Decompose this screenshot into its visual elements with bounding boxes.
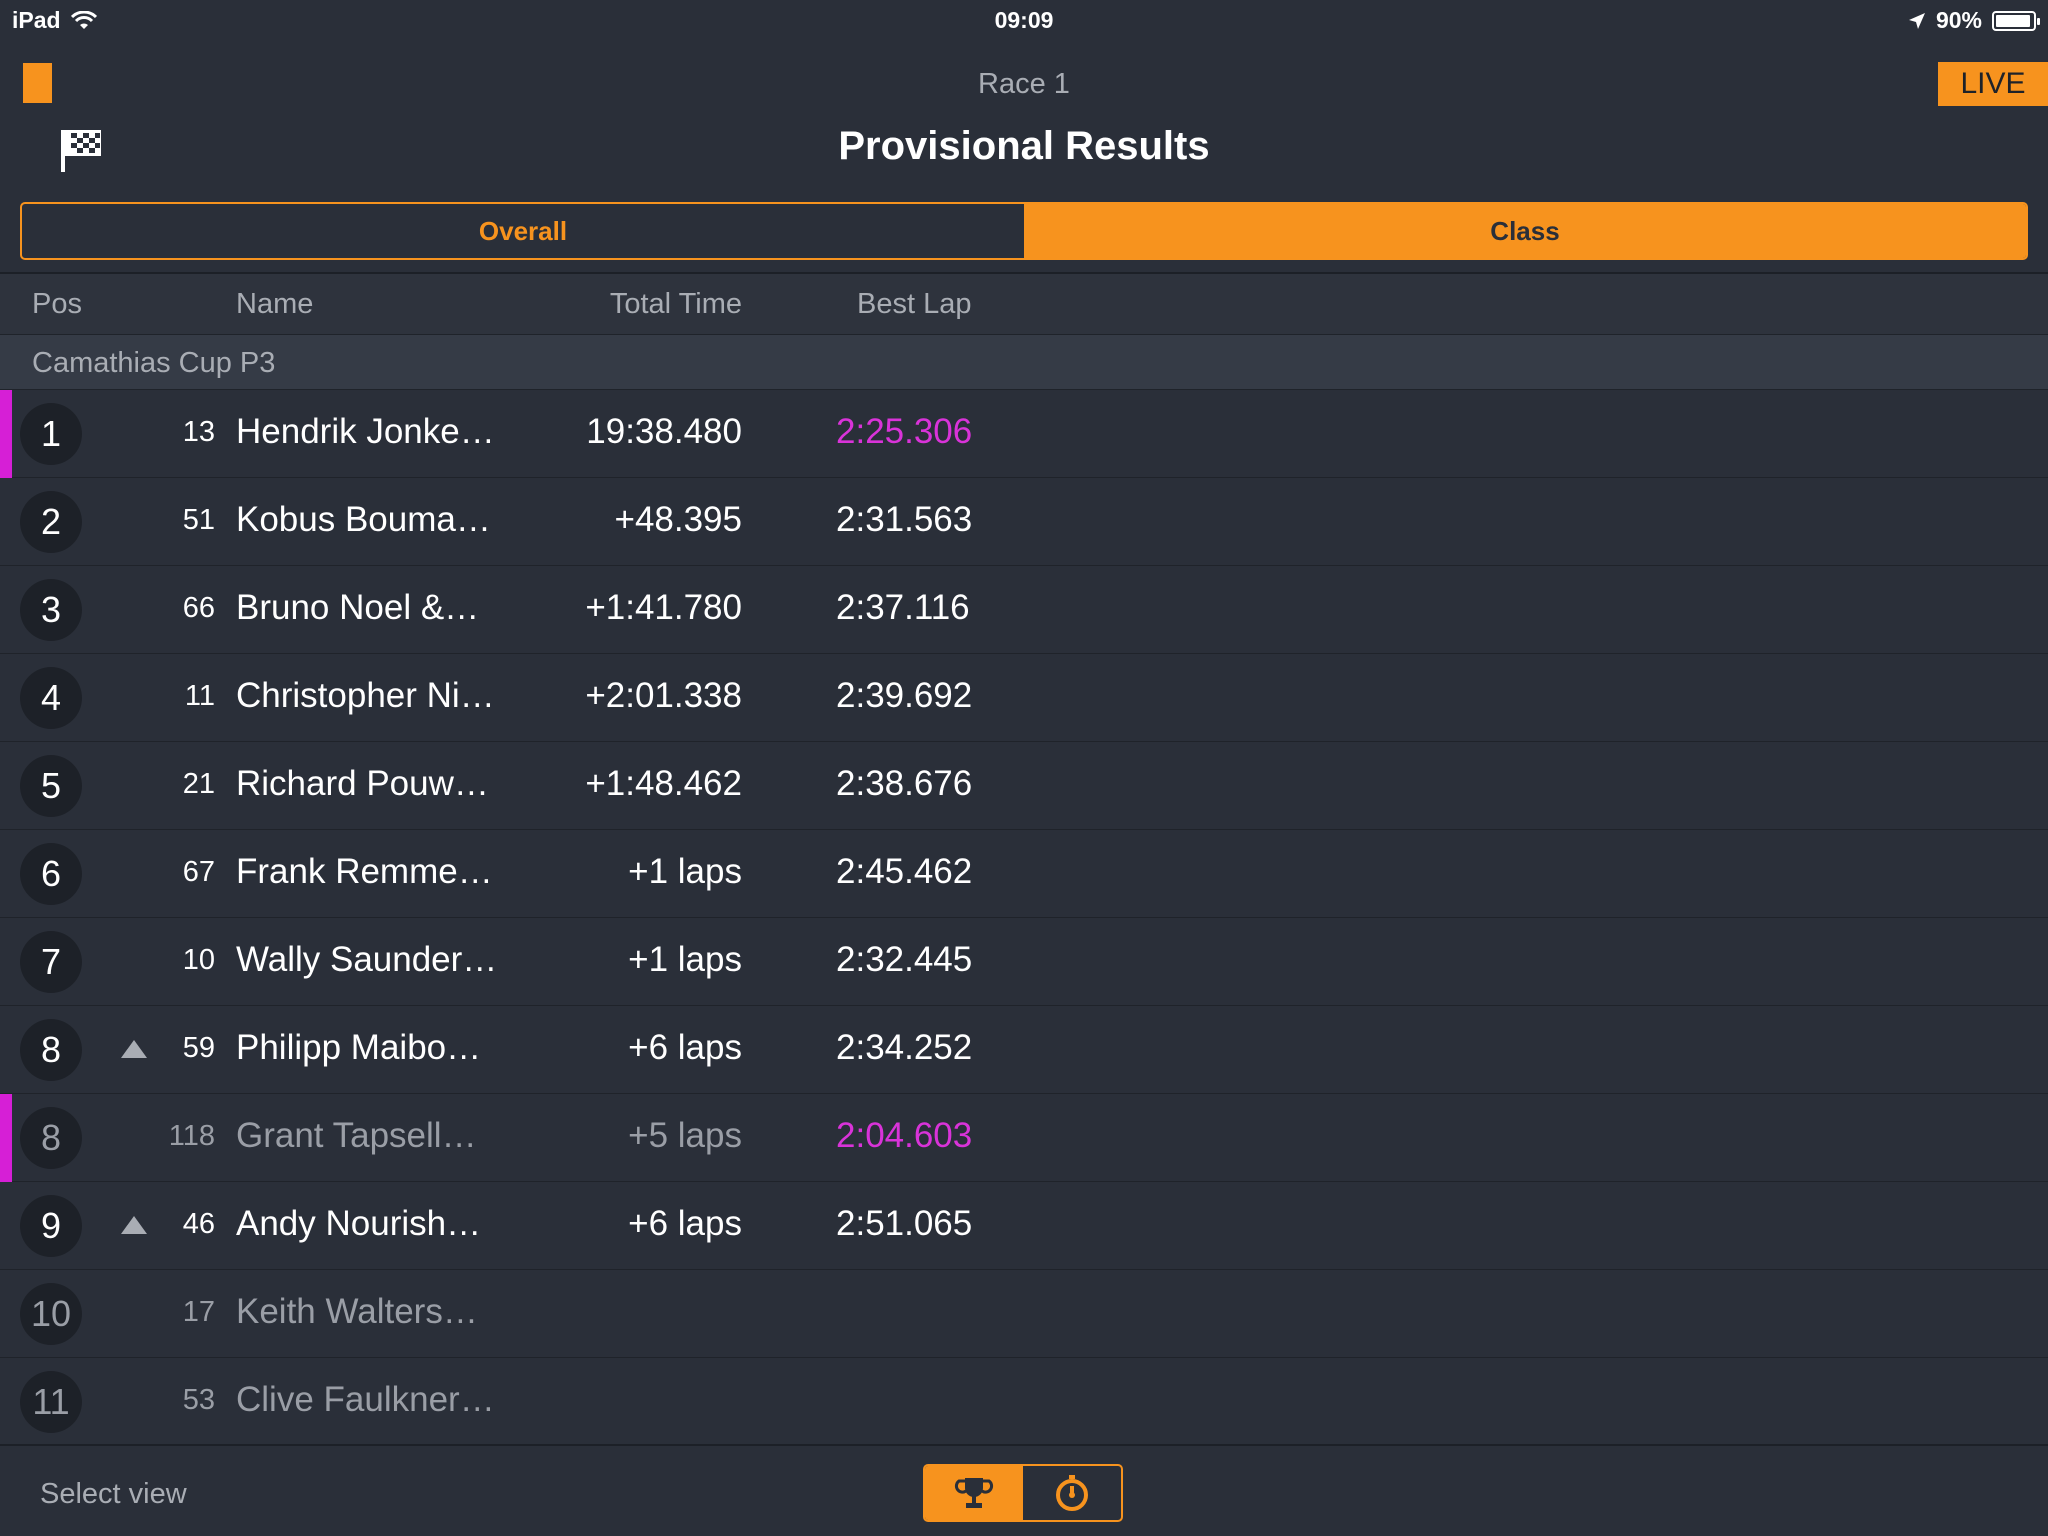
clock: 09:09: [994, 7, 1054, 33]
driver-name: Kobus Bouma…: [236, 500, 491, 539]
driver-name: Hendrik Jonke…: [236, 412, 495, 451]
total-time: +1 laps: [628, 852, 742, 891]
driver-name: Bruno Noel &…: [236, 588, 480, 627]
position-badge: 11: [20, 1371, 82, 1433]
position-badge: 8: [20, 1019, 82, 1081]
car-number: 53: [182, 1384, 215, 1416]
select-view-label: Select view: [40, 1478, 187, 1510]
table-row[interactable]: 5 21 Richard Pouw… +1:48.462 2:38.676: [0, 742, 2048, 830]
timing-view-button[interactable]: [1023, 1466, 1121, 1520]
car-number: 67: [182, 856, 215, 888]
table-row[interactable]: 2 51 Kobus Bouma… +48.395 2:31.563: [0, 478, 2048, 566]
total-time: +1:41.780: [585, 588, 742, 627]
column-header-total-time: Total Time: [609, 288, 742, 320]
car-number: 51: [182, 504, 215, 536]
driver-name: Keith Walters…: [236, 1292, 478, 1331]
position-badge: 4: [20, 667, 82, 729]
best-lap: 2:32.445: [836, 940, 973, 979]
bottom-bar: Select view: [0, 1444, 2048, 1536]
car-number: 17: [182, 1296, 215, 1328]
best-lap: 2:25.306: [836, 412, 973, 451]
position-badge: 7: [20, 931, 82, 993]
table-row[interactable]: 3 66 Bruno Noel &… +1:41.780 2:37.116: [0, 566, 2048, 654]
tab-overall[interactable]: Overall: [22, 204, 1024, 258]
car-number: 21: [182, 768, 215, 800]
total-time: 19:38.480: [586, 412, 742, 451]
battery-icon: [1992, 10, 2040, 31]
table-row[interactable]: 11 53 Clive Faulkner…: [0, 1358, 2048, 1446]
results-list: 1 13 Hendrik Jonke… 19:38.480 2:25.306 2 51 Kob…: [0, 390, 2048, 1446]
class-group-header: Camathias Cup P3: [0, 334, 2048, 390]
best-lap: 2:37.116: [836, 588, 970, 627]
total-time: +1:48.462: [585, 764, 742, 803]
car-number: 13: [182, 416, 215, 448]
driver-name: Richard Pouw…: [236, 764, 489, 803]
view-toggle: [923, 1464, 1123, 1522]
position-badge: 10: [20, 1283, 82, 1345]
driver-name: Christopher Ni…: [236, 676, 495, 715]
location-arrow-icon: [1908, 12, 1925, 29]
column-header-row: Pos Name Total Time Best Lap: [0, 274, 2048, 334]
table-row[interactable]: 9 46 Andy Nourish… +6 laps 2:51.065: [0, 1182, 2048, 1270]
position-badge: 1: [20, 403, 82, 465]
table-row[interactable]: 10 17 Keith Walters…: [0, 1270, 2048, 1358]
column-header-name: Name: [236, 288, 314, 320]
driver-name: Wally Saunder…: [236, 940, 498, 979]
position-badge: 5: [20, 755, 82, 817]
total-time: +5 laps: [628, 1116, 742, 1155]
position-badge: 3: [20, 579, 82, 641]
best-lap: 2:51.065: [836, 1204, 973, 1243]
results-scope-segmented: Overall Class: [20, 202, 2028, 260]
tab-class[interactable]: Class: [1024, 204, 2026, 258]
page-title: Provisional Results: [838, 124, 1210, 168]
status-bar: iPad 09:09 90%: [0, 0, 2048, 42]
battery-percent: 90%: [1935, 7, 1982, 33]
table-row[interactable]: 8 59 Philipp Maibo… +6 laps 2:34.252: [0, 1006, 2048, 1094]
position-badge: 6: [20, 843, 82, 905]
column-header-pos: Pos: [32, 288, 82, 320]
position-badge: 8: [20, 1107, 82, 1169]
car-number: 46: [182, 1208, 215, 1240]
class-group-label: Camathias Cup P3: [32, 347, 276, 379]
driver-name: Clive Faulkner…: [236, 1380, 495, 1419]
best-lap: 2:04.603: [836, 1116, 973, 1155]
table-row[interactable]: 7 10 Wally Saunder… +1 laps 2:32.445: [0, 918, 2048, 1006]
total-time: +1 laps: [628, 940, 742, 979]
best-lap: 2:31.563: [836, 500, 973, 539]
best-lap: 2:45.462: [836, 852, 973, 891]
live-button[interactable]: LIVE: [1938, 62, 2048, 106]
table-row[interactable]: 1 13 Hendrik Jonke… 19:38.480 2:25.306: [0, 390, 2048, 478]
car-number: 118: [168, 1120, 215, 1152]
car-number: 11: [184, 680, 215, 712]
total-time: +2:01.338: [585, 676, 742, 715]
position-badge: 9: [20, 1195, 82, 1257]
driver-name: Frank Remme…: [236, 852, 493, 891]
table-row[interactable]: 6 67 Frank Remme… +1 laps 2:45.462: [0, 830, 2048, 918]
best-lap: 2:39.692: [836, 676, 973, 715]
fastest-lap-marker: [0, 1094, 12, 1182]
results-view-button[interactable]: [925, 1466, 1023, 1520]
stopwatch-icon: [1056, 1475, 1088, 1511]
table-row[interactable]: 4 11 Christopher Ni… +2:01.338 2:39.692: [0, 654, 2048, 742]
total-time: +48.395: [614, 500, 743, 539]
best-lap: 2:34.252: [836, 1028, 973, 1067]
table-row[interactable]: 8 118 Grant Tapsell… +5 laps 2:04.603: [0, 1094, 2048, 1182]
trophy-icon: [954, 1478, 994, 1508]
car-number: 66: [182, 592, 215, 624]
best-lap: 2:38.676: [836, 764, 973, 803]
total-time: +6 laps: [628, 1028, 742, 1067]
position-badge: 2: [20, 491, 82, 553]
car-number: 10: [182, 944, 215, 976]
driver-name: Grant Tapsell…: [236, 1116, 477, 1155]
driver-name: Philipp Maibo…: [236, 1028, 482, 1067]
driver-name: Andy Nourish…: [236, 1204, 482, 1243]
race-name: Race 1: [978, 68, 1070, 100]
fastest-lap-marker: [0, 390, 12, 478]
column-header-best-lap: Best Lap: [857, 288, 972, 320]
car-number: 59: [182, 1032, 215, 1064]
total-time: +6 laps: [628, 1204, 742, 1243]
